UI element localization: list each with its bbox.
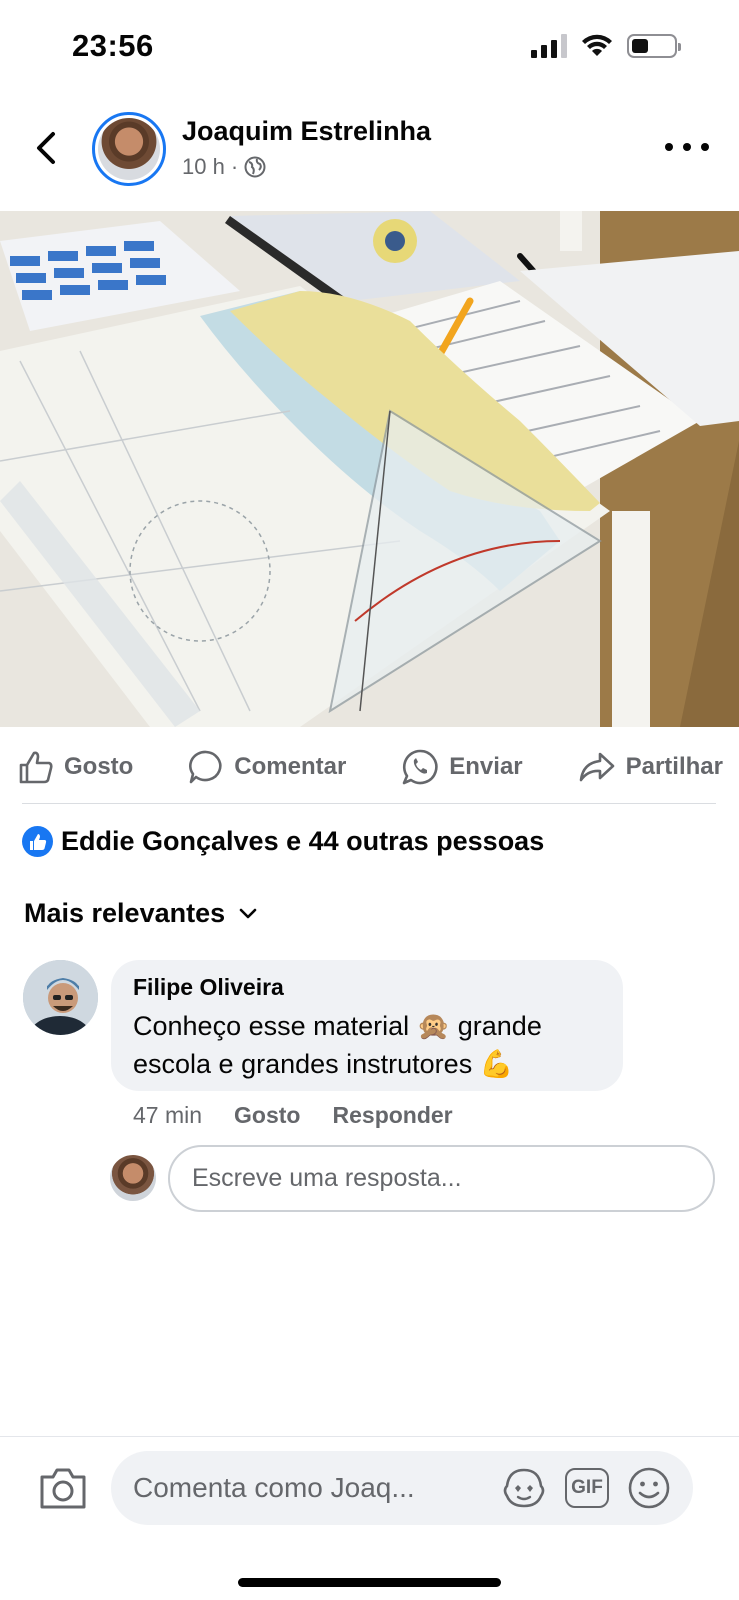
comment-time: 47 min: [133, 1102, 203, 1128]
globe-icon: [244, 156, 266, 178]
post-header: Joaquim Estrelinha 10 h ·: [0, 100, 739, 200]
emoji-icon[interactable]: [627, 1466, 671, 1510]
more-options-button[interactable]: [665, 132, 709, 162]
status-time: 23:56: [72, 28, 154, 63]
reactions-text: Eddie Gonçalves e 44 outras pessoas: [61, 826, 545, 856]
like-button[interactable]: Gosto: [18, 750, 133, 784]
post-actions: Gosto Comentar Enviar Partilhar: [0, 742, 739, 792]
comment-text: Conheço esse material 🙊 grande escola e …: [133, 1011, 542, 1079]
comment-label: Comentar: [234, 753, 347, 780]
post-meta: 10 h ·: [182, 154, 266, 180]
share-button[interactable]: Partilhar: [578, 750, 723, 784]
thumbs-up-icon: [19, 751, 53, 784]
commenter-avatar[interactable]: [23, 960, 98, 1035]
author-avatar[interactable]: [92, 112, 166, 186]
post-photo-illustration: [0, 211, 739, 727]
comment-like-link[interactable]: Gosto: [234, 1102, 300, 1129]
comment-sort-dropdown[interactable]: Mais relevantes: [24, 898, 257, 929]
comment-input[interactable]: Comenta como Joaq... GIF: [111, 1451, 693, 1525]
post-time: 10 h: [182, 154, 225, 179]
comment-bubble[interactable]: Filipe Oliveira Conheço esse material 🙊 …: [111, 960, 623, 1091]
comment-bubble-icon: [189, 750, 222, 784]
status-bar: 23:56: [0, 0, 739, 95]
camera-icon[interactable]: [38, 1465, 88, 1511]
avatar-sticker-icon[interactable]: [501, 1466, 547, 1510]
comment-meta: 47 min Gosto Responder: [133, 1102, 453, 1129]
send-button[interactable]: Enviar: [401, 748, 523, 786]
back-button[interactable]: [26, 128, 66, 168]
reply-input[interactable]: Escreve uma resposta...: [168, 1145, 715, 1212]
commenter-avatar-image: [23, 960, 98, 1035]
sort-label: Mais relevantes: [24, 898, 226, 928]
meta-separator: ·: [230, 154, 239, 179]
share-label: Partilhar: [625, 753, 723, 780]
battery-icon: [627, 34, 681, 58]
comment-author[interactable]: Filipe Oliveira: [133, 974, 601, 1001]
status-icons: [531, 34, 681, 58]
wifi-icon: [582, 34, 612, 56]
composer-icons: GIF: [501, 1466, 671, 1510]
chevron-left-icon: [37, 132, 55, 164]
comment-input-placeholder: Comenta como Joaq...: [133, 1472, 415, 1503]
reactions-summary[interactable]: Eddie Gonçalves e 44 outras pessoas: [22, 826, 544, 857]
like-badge-icon: [22, 826, 53, 857]
share-arrow-icon: [579, 752, 614, 782]
like-label: Gosto: [64, 753, 134, 780]
reply-placeholder: Escreve uma resposta...: [192, 1164, 462, 1192]
cellular-signal-icon: [531, 34, 567, 58]
actions-divider: [22, 803, 716, 804]
chevron-down-icon: [239, 908, 257, 918]
post-photo[interactable]: [0, 211, 739, 727]
comment-composer: Comenta como Joaq... GIF: [0, 1436, 739, 1600]
author-name[interactable]: Joaquim Estrelinha: [182, 116, 431, 147]
reply-avatar: [110, 1155, 156, 1201]
comment-reply-link[interactable]: Responder: [333, 1102, 453, 1129]
gif-button[interactable]: GIF: [565, 1468, 609, 1508]
whatsapp-icon: [402, 749, 438, 785]
comment-button[interactable]: Comentar: [188, 749, 346, 785]
send-label: Enviar: [449, 753, 523, 780]
home-indicator[interactable]: [238, 1578, 501, 1587]
